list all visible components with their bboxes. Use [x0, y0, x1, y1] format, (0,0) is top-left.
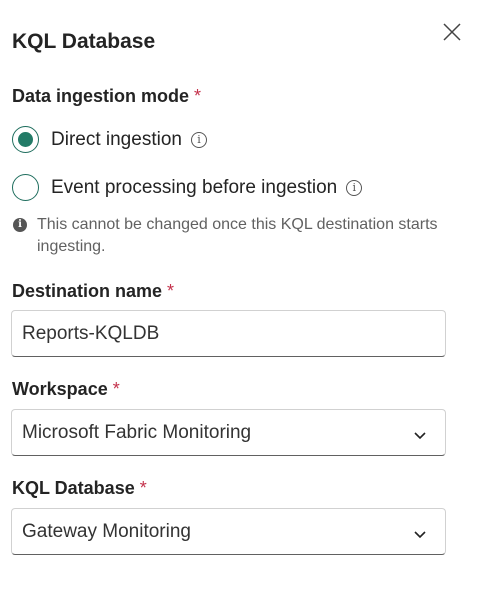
dropdown-value: Microsoft Fabric Monitoring — [22, 421, 252, 443]
info-icon[interactable]: i — [190, 131, 207, 148]
radio-direct-ingestion[interactable]: Direct ingestion i — [12, 126, 207, 153]
close-icon[interactable] — [440, 20, 464, 44]
dropdown-value: Gateway Monitoring — [22, 520, 191, 542]
input-value: Reports-KQLDB — [22, 322, 160, 344]
panel-title: KQL Database — [12, 30, 156, 53]
label-text: Data ingestion mode — [12, 86, 190, 106]
chevron-down-icon — [414, 530, 426, 538]
radio-label: Direct ingestion — [51, 128, 182, 150]
kql-database-label: KQL Database * — [12, 478, 147, 499]
destination-name-input[interactable]: Reports-KQLDB — [11, 310, 446, 357]
label-text: KQL Database — [12, 478, 135, 498]
destination-name-label: Destination name * — [12, 281, 174, 302]
note-text: This cannot be changed once this KQL des… — [37, 216, 438, 255]
ingestion-mode-label: Data ingestion mode * — [12, 86, 201, 107]
workspace-dropdown[interactable]: Microsoft Fabric Monitoring — [11, 409, 446, 456]
radio-unselected-icon — [12, 174, 39, 201]
required-marker: * — [112, 379, 120, 399]
ingestion-note: i This cannot be changed once this KQL d… — [12, 214, 442, 258]
label-text: Workspace — [12, 379, 108, 399]
label-text: Destination name — [12, 281, 163, 301]
radio-label: Event processing before ingestion — [51, 176, 338, 198]
radio-event-processing[interactable]: Event processing before ingestion i — [12, 174, 363, 201]
radio-selected-icon — [12, 126, 39, 153]
kql-database-dropdown[interactable]: Gateway Monitoring — [11, 508, 446, 555]
required-marker: * — [139, 478, 147, 498]
workspace-label: Workspace * — [12, 379, 120, 400]
info-icon[interactable]: i — [346, 179, 363, 196]
info-filled-icon: i — [13, 218, 27, 232]
required-marker: * — [167, 281, 175, 301]
chevron-down-icon — [414, 431, 426, 439]
required-marker: * — [194, 86, 202, 106]
